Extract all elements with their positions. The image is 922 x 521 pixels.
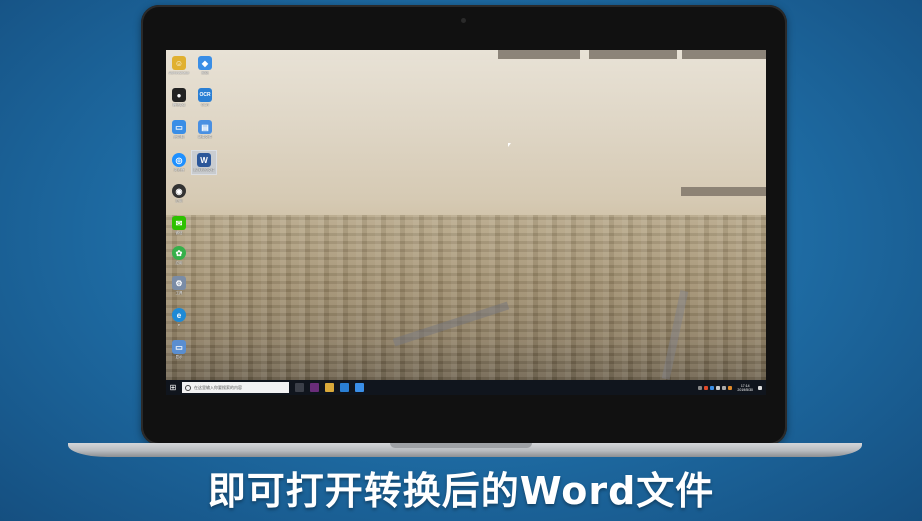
desktop-shortcut-label: 此电脑 (173, 135, 185, 139)
cortana-icon (185, 384, 191, 391)
task-view-icon[interactable] (295, 383, 304, 392)
desktop-wallpaper (166, 50, 766, 380)
tray-chevron-icon[interactable] (698, 385, 703, 390)
webcam (461, 18, 466, 23)
desktop-icon: ▭ (172, 120, 186, 134)
desktop-shortcut[interactable]: ◉ 应用 (167, 184, 191, 203)
taskbar: ⊞ 在这里输入你要搜索的内容 17:14 2019/5/30 (166, 380, 766, 395)
tray-input-icon[interactable] (722, 385, 727, 390)
ocr-icon: OCR (198, 88, 212, 102)
desktop-shortcut-label: 工具 (175, 291, 183, 295)
system-tray: 17:14 2019/5/30 (698, 384, 766, 392)
overlay-side-box (681, 187, 766, 196)
desktop-shortcut-label: 新建文件 (198, 135, 212, 139)
overlay-bar-1 (498, 50, 580, 59)
overlay-bar-3 (682, 50, 766, 59)
desktop-shortcut[interactable]: ◎ 浏览器 (167, 153, 191, 172)
desktop-shortcut-label: OCR (201, 103, 209, 107)
file-icon: ▤ (198, 120, 212, 134)
desktop-shortcut-label: 应用 (175, 199, 183, 203)
app-icon: ◉ (172, 184, 186, 198)
tray-security-icon[interactable] (728, 385, 733, 390)
laptop-notch (390, 443, 532, 448)
desktop-shortcut[interactable]: ▭ 显示 (167, 340, 191, 359)
green-app-icon: ✿ (172, 246, 186, 260)
desktop-shortcut[interactable]: ◆ 网络 (193, 56, 217, 75)
desktop-shortcut-label: 网络 (201, 71, 209, 75)
desktop-shortcut[interactable]: e e (167, 308, 191, 327)
desktop-shortcut-label: 转换后的文件 (193, 168, 215, 172)
word-file-shortcut[interactable]: W 转换后的文件 (191, 150, 217, 175)
desktop-shortcut[interactable]: ▭ 此电脑 (167, 120, 191, 139)
wechat-icon: ✉ (172, 216, 186, 230)
desktop-shortcut[interactable]: ⚙ 工具 (167, 276, 191, 295)
desktop-shortcut[interactable]: ● 腾讯QQ (167, 88, 191, 107)
tray-network-icon[interactable] (710, 385, 715, 390)
desktop-shortcut-label: 腾讯QQ (172, 103, 186, 107)
desktop-shortcut[interactable]: ☺ Administrator (167, 56, 191, 75)
user-folder-icon: ☺ (172, 56, 186, 70)
overlay-bar-2 (589, 50, 677, 59)
tray-app-icon[interactable] (704, 385, 709, 390)
file-explorer-icon[interactable] (325, 383, 334, 392)
desktop-shortcut[interactable]: ✿ 应用 (167, 246, 191, 265)
qq-icon: ● (172, 88, 186, 102)
city-skyline (166, 215, 766, 380)
desktop-shortcut-label: 微信 (175, 231, 183, 235)
desktop-shortcut-label: e (178, 323, 180, 327)
taskbar-search-box[interactable]: 在这里输入你要搜索的内容 (182, 382, 289, 393)
desktop-shortcut[interactable]: ▤ 新建文件 (193, 120, 217, 139)
desktop-shortcut[interactable]: OCR OCR (193, 88, 217, 107)
desktop-shortcut[interactable]: ✉ 微信 (167, 216, 191, 235)
search-placeholder: 在这里输入你要搜索的内容 (194, 384, 242, 390)
desktop-shortcut-label: 显示 (175, 355, 183, 359)
video-caption: 即可打开转换后的Word文件 (207, 469, 715, 513)
pinned-browser-icon[interactable] (355, 383, 364, 392)
desktop-shortcut-label: 浏览器 (173, 168, 185, 172)
mouse-cursor (508, 143, 511, 147)
ie-icon: e (172, 308, 186, 322)
word-file-icon: W (197, 153, 211, 167)
taskbar-clock[interactable]: 17:14 2019/5/30 (737, 384, 753, 392)
browser-icon: ◎ (172, 153, 186, 167)
desktop-screen: ☺ Administrator ◆ 网络 ● 腾讯QQ OCR OCR ▭ 此电… (166, 50, 766, 395)
pinned-ocr-icon[interactable] (340, 383, 349, 392)
network-icon: ◆ (198, 56, 212, 70)
desktop-shortcut-label: Administrator (168, 71, 190, 75)
tool-icon: ⚙ (172, 276, 186, 290)
clock-date: 2019/5/30 (737, 387, 753, 392)
tray-volume-icon[interactable] (716, 385, 721, 390)
notification-icon[interactable] (758, 385, 762, 390)
windows-logo-icon: ⊞ (169, 383, 177, 392)
monitor-icon: ▭ (172, 340, 186, 354)
start-button[interactable]: ⊞ (166, 380, 180, 395)
pinned-app-icon[interactable] (310, 383, 319, 392)
laptop-lid: ☺ Administrator ◆ 网络 ● 腾讯QQ OCR OCR ▭ 此电… (141, 5, 787, 445)
desktop-shortcut-label: 应用 (175, 261, 183, 265)
